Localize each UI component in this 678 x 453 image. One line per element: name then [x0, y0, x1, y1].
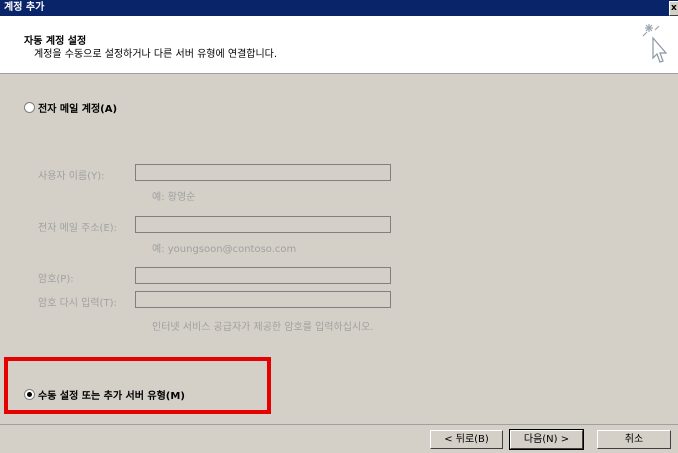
wizard-header: 자동 계정 설정 계정을 수동으로 설정하거나 다른 서버 유형에 연결합니다. [0, 16, 678, 74]
next-button[interactable]: 다음(N) > [509, 429, 584, 450]
cancel-button[interactable]: 취소 [597, 430, 671, 449]
back-button[interactable]: < 뒤로(B) [430, 430, 503, 449]
name-hint: 예: 황영순 [152, 192, 196, 203]
header-subtitle: 계정을 수동으로 설정하거나 다른 서버 유형에 연결합니다. [34, 49, 278, 60]
email-hint: 예: youngsoon@contoso.com [152, 244, 297, 255]
email-input[interactable] [135, 216, 391, 233]
window-title: 계정 추가 [4, 2, 45, 13]
title-bar: 계정 추가 x [0, 0, 678, 16]
name-input[interactable] [135, 164, 391, 181]
highlight-box [4, 357, 271, 414]
password-confirm-label: 암호 다시 입력(T): [38, 298, 117, 309]
email-account-radio[interactable] [24, 102, 35, 113]
button-separator [0, 424, 678, 425]
password-confirm-input[interactable] [135, 291, 391, 308]
close-button[interactable]: x [669, 1, 678, 16]
password-label: 암호(P): [38, 274, 74, 285]
email-label: 전자 메일 주소(E): [38, 223, 118, 234]
password-input[interactable] [135, 267, 391, 284]
cursor-sparkle-icon [642, 24, 668, 63]
email-account-label[interactable]: 전자 메일 계정(A) [38, 100, 117, 115]
password-hint: 인터넷 서비스 공급자가 제공한 암호를 입력하십시오. [152, 322, 374, 333]
name-label: 사용자 이름(Y): [38, 171, 105, 182]
